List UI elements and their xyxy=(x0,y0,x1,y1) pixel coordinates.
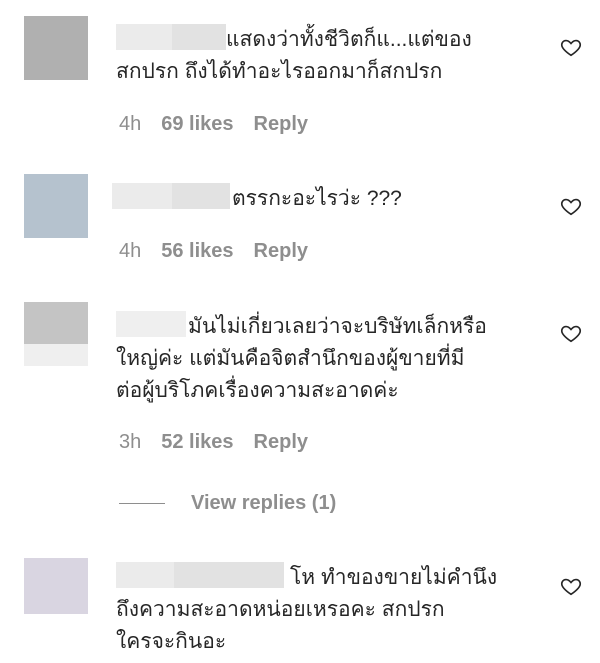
reply-button[interactable]: Reply xyxy=(254,240,308,263)
comment-text: โห ทำของขายไม่คำนึง ถึงความสะอาดหน่อยเหร… xyxy=(116,566,498,653)
heart-icon[interactable] xyxy=(560,36,582,58)
timestamp: 4h xyxy=(119,113,142,135)
reply-button[interactable]: Reply xyxy=(254,431,308,454)
view-replies-label: View replies (1) xyxy=(191,492,337,514)
comment-text: มันไม่เกี่ยวเลยว่าจะบริษัทเล็กหรือ ใหญ่ค… xyxy=(116,315,487,402)
timestamp: 4h xyxy=(119,240,142,262)
likes-count[interactable]: 56 likes xyxy=(161,240,233,263)
avatar[interactable] xyxy=(24,558,88,614)
avatar[interactable] xyxy=(24,16,88,80)
comment-meta: 3h 52 likes Reply xyxy=(119,431,308,454)
comment-meta: 4h 69 likes Reply xyxy=(119,113,308,136)
avatar[interactable] xyxy=(24,302,88,344)
heart-icon[interactable] xyxy=(560,575,582,597)
avatar-lower xyxy=(24,344,88,366)
comment-text: ตรรกะอะไรว่ะ ??? xyxy=(232,187,402,210)
view-replies-button[interactable]: View replies (1) xyxy=(119,492,336,515)
comment-text: แสดงว่าทั้งชีวิตก็แ...แต่ของ สกปรก ถึงได… xyxy=(116,28,472,83)
heart-icon[interactable] xyxy=(560,195,582,217)
likes-count[interactable]: 52 likes xyxy=(161,431,233,454)
reply-button[interactable]: Reply xyxy=(254,113,308,136)
divider xyxy=(119,503,165,504)
comment-meta: 4h 56 likes Reply xyxy=(119,240,308,263)
avatar[interactable] xyxy=(24,174,88,238)
heart-icon[interactable] xyxy=(560,322,582,344)
likes-count[interactable]: 69 likes xyxy=(161,113,233,136)
timestamp: 3h xyxy=(119,431,142,453)
